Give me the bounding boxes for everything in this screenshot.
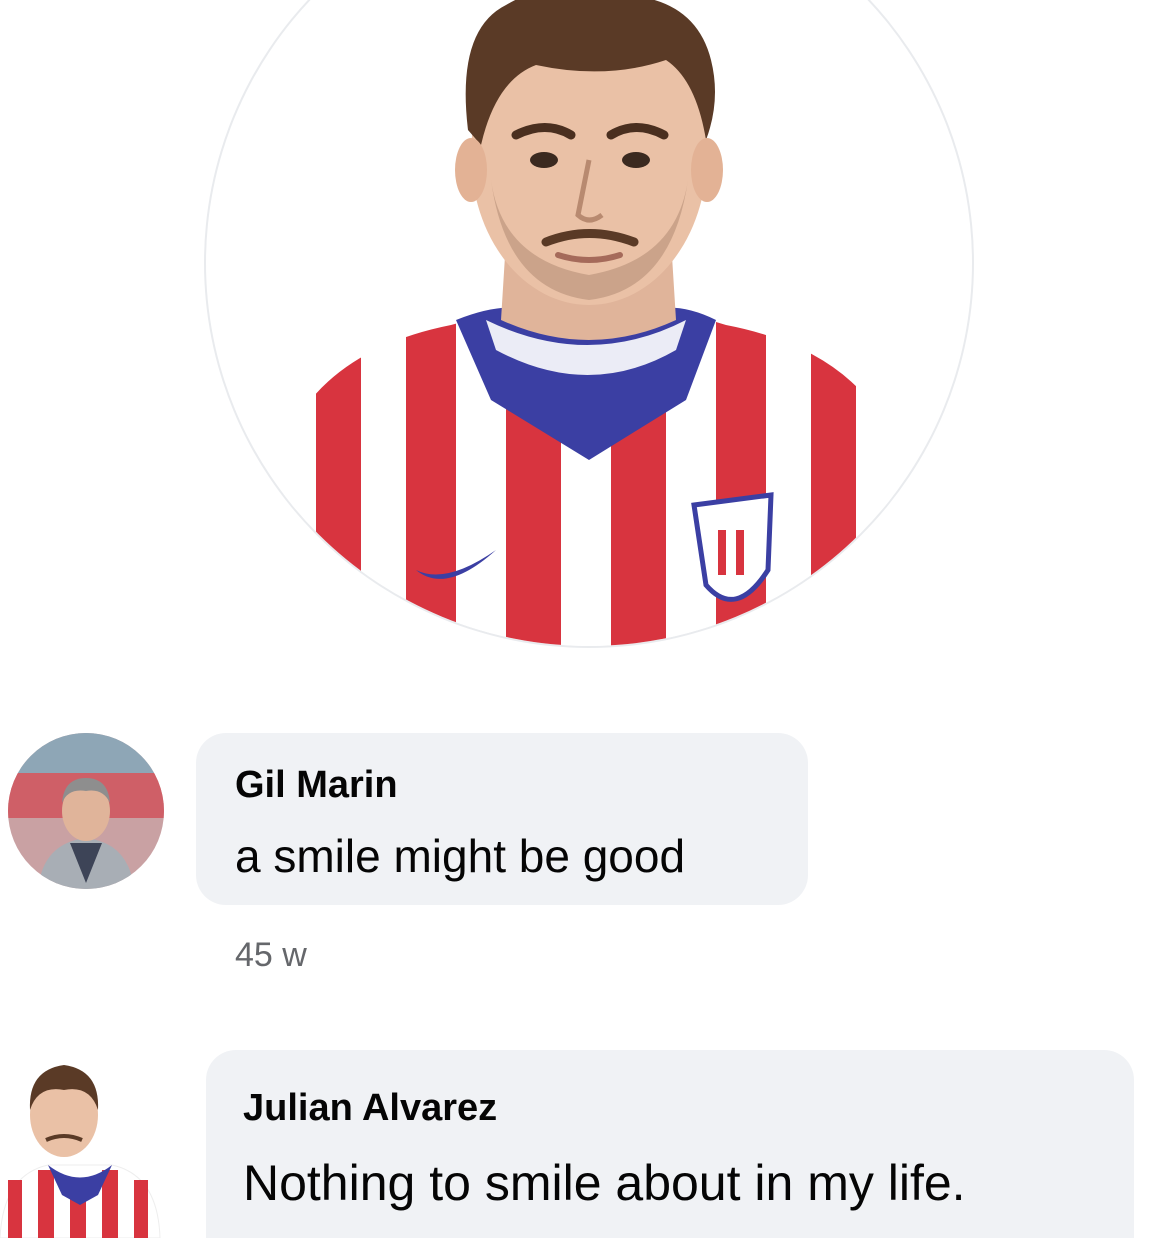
comment-author[interactable]: Julian Alvarez — [243, 1089, 497, 1127]
comment-text: a smile might be good — [235, 830, 686, 882]
profile-photo[interactable] — [206, 0, 972, 646]
comment-timestamp[interactable]: 45 w — [235, 938, 307, 972]
person-avatar-icon — [8, 733, 164, 889]
comment-text: Nothing to smile about in my life. — [243, 1155, 966, 1211]
person-avatar-icon — [0, 1030, 162, 1238]
gil-marin-avatar[interactable] — [8, 733, 164, 889]
comment-author[interactable]: Gil Marin — [235, 766, 398, 804]
player-portrait-icon — [276, 0, 906, 646]
julian-alvarez-avatar[interactable] — [0, 1030, 162, 1238]
